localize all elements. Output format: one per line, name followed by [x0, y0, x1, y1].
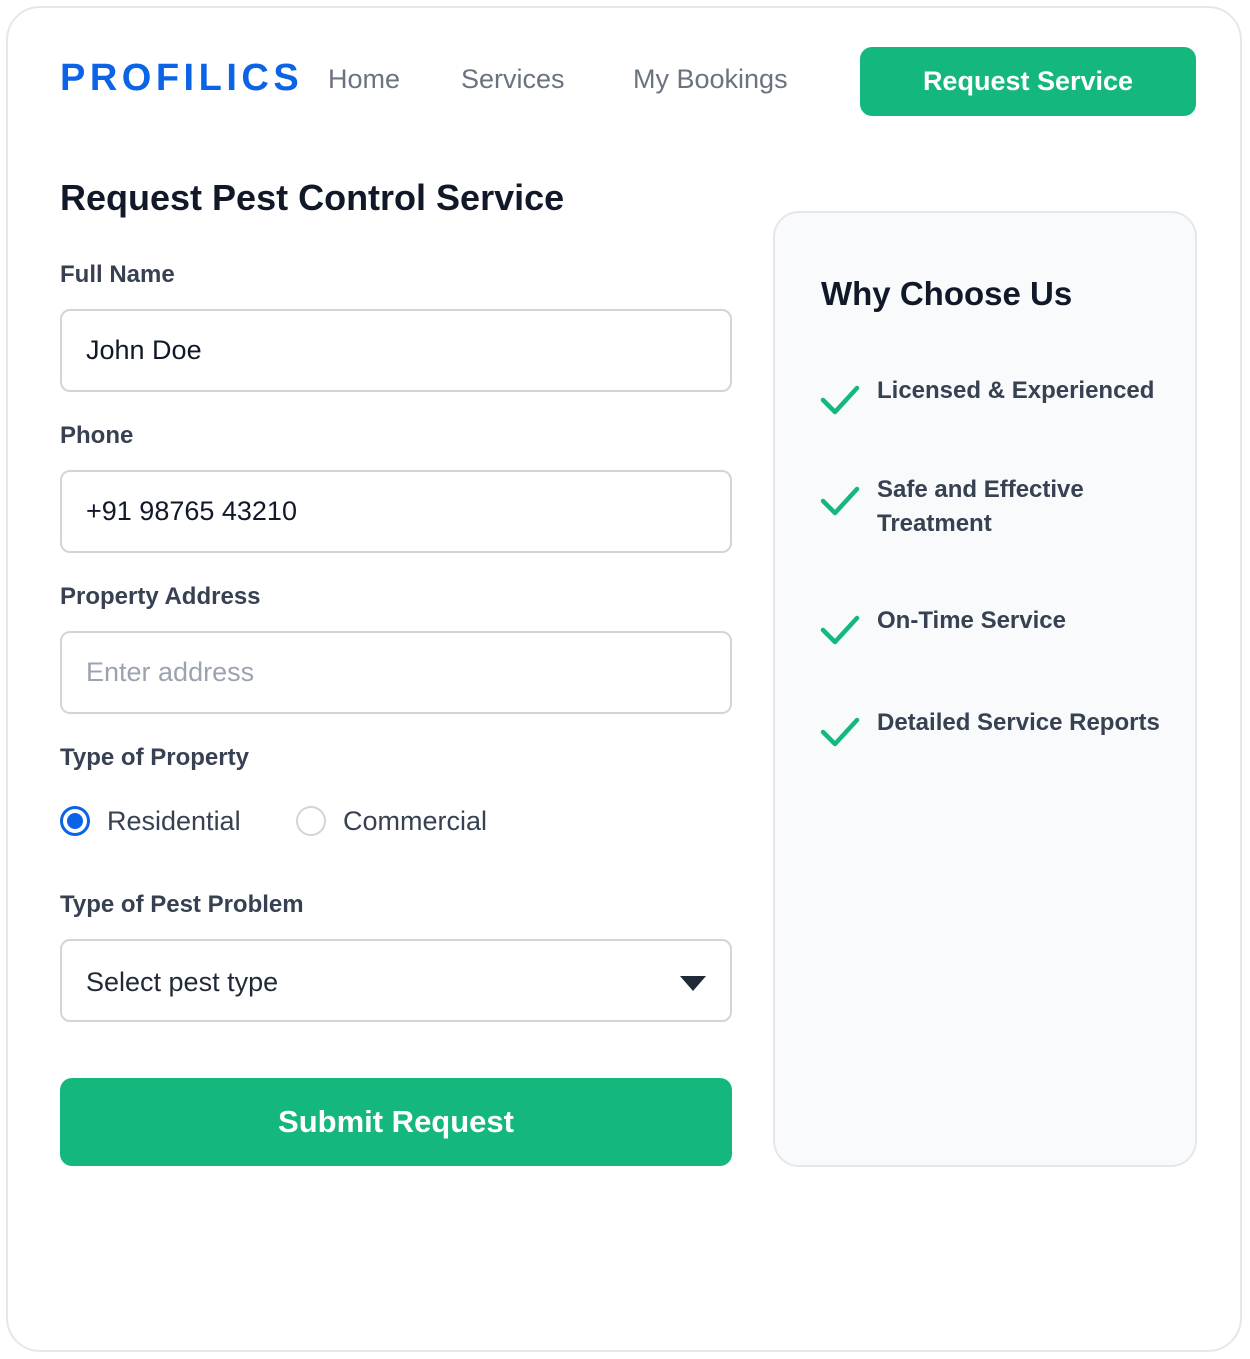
panel-title: Why Choose Us — [821, 275, 1073, 312]
property-address-input[interactable] — [60, 631, 732, 714]
nav-home-link[interactable]: Home — [328, 62, 400, 96]
pest-type-select-value: Select pest type — [86, 967, 279, 997]
radio-residential-label[interactable]: Residential — [107, 804, 241, 838]
page-title: Request Pest Control Service — [60, 177, 565, 218]
check-icon — [820, 717, 860, 747]
pest-type-label: Type of Pest Problem — [60, 891, 304, 918]
radio-residential-circle[interactable] — [60, 806, 90, 836]
full-name-input[interactable] — [60, 309, 732, 392]
phone-input[interactable] — [60, 470, 732, 553]
feature-text: Detailed Service Reports — [877, 709, 1160, 736]
property-type-radio-group: Residential Commercial — [60, 804, 660, 842]
logo[interactable]: PROFILICS — [60, 56, 303, 100]
property-address-label: Property Address — [60, 583, 261, 610]
submit-request-button[interactable]: Submit Request — [60, 1078, 732, 1166]
feature-text: Licensed & Experienced — [877, 377, 1155, 404]
nav-my-bookings-link[interactable]: My Bookings — [633, 62, 788, 96]
property-type-label: Type of Property — [60, 744, 249, 771]
phone-label: Phone — [60, 422, 134, 449]
radio-commercial[interactable]: Commercial — [296, 804, 487, 838]
radio-commercial-circle[interactable] — [296, 806, 326, 836]
feature-text: Safe and Effective Treatment — [877, 476, 1084, 537]
request-service-button[interactable]: Request Service — [860, 47, 1196, 116]
pest-type-select[interactable]: Select pest type — [60, 939, 732, 1022]
check-icon — [820, 486, 860, 516]
feature-text: On-Time Service — [877, 607, 1066, 634]
check-icon — [820, 385, 860, 415]
nav-services-link[interactable]: Services — [461, 62, 565, 96]
chevron-down-icon — [680, 976, 706, 991]
check-icon — [820, 615, 860, 645]
why-choose-us-panel: Why Choose Us Licensed & Experienced Saf… — [773, 211, 1197, 1167]
radio-residential[interactable]: Residential — [60, 804, 241, 838]
full-name-label: Full Name — [60, 261, 175, 288]
radio-commercial-label[interactable]: Commercial — [343, 804, 487, 838]
